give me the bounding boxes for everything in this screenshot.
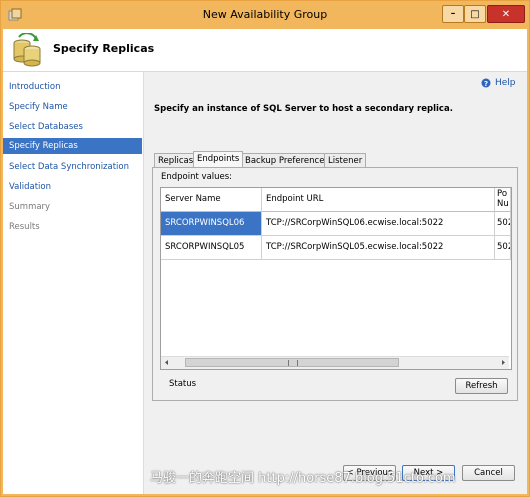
title-bar[interactable]: New Availability Group – □ ✕ [1, 1, 529, 29]
tab-listener[interactable]: Listener [324, 153, 367, 167]
port-number-cell[interactable]: 502 [495, 236, 511, 260]
client-area: Specify Replicas Introduction Specify Na… [3, 29, 527, 494]
page-title: Specify Replicas [53, 42, 155, 55]
scroll-right-icon[interactable] [499, 358, 508, 367]
help-icon: ? [481, 78, 491, 88]
maximize-button[interactable]: □ [464, 5, 486, 23]
endpoints-tab-panel: Endpoint values: Server Name Endpoint UR… [152, 167, 518, 401]
scrollbar-grip-icon [288, 360, 298, 366]
nav-item-results: Results [9, 222, 40, 232]
horizontal-scrollbar[interactable] [161, 356, 509, 369]
maximize-icon: □ [470, 8, 480, 20]
close-button[interactable]: ✕ [487, 5, 525, 23]
help-link[interactable]: ? Help [481, 78, 516, 88]
minimize-button[interactable]: – [442, 5, 464, 23]
port-number-cell[interactable]: 502 [495, 212, 511, 236]
server-name-cell[interactable]: SRCORPWINSQL05 [161, 236, 262, 260]
scrollbar-thumb[interactable] [185, 358, 399, 367]
server-name-cell[interactable]: SRCORPWINSQL06 [161, 212, 262, 236]
nav-item-select-data-synchronization[interactable]: Select Data Synchronization [3, 159, 142, 175]
refresh-button[interactable]: Refresh [455, 378, 508, 394]
scroll-left-icon[interactable] [162, 358, 171, 367]
instruction-text: Specify an instance of SQL Server to hos… [154, 104, 453, 114]
column-header-endpoint-url[interactable]: Endpoint URL [262, 188, 495, 212]
column-header-server-name[interactable]: Server Name [161, 188, 262, 212]
watermark-text: 马骏一的奔跑空间 http://horse87.blog.51cto.com [150, 471, 456, 486]
tab-endpoints[interactable]: Endpoints [193, 151, 244, 167]
replicas-db-icon [13, 33, 41, 67]
nav-item-specify-replicas[interactable]: Specify Replicas [3, 138, 142, 154]
endpoint-values-label: Endpoint values: [161, 172, 233, 182]
wizard-nav: Introduction Specify Name Select Databas… [3, 72, 144, 494]
tab-replicas[interactable]: Replicas [154, 153, 198, 167]
page-header: Specify Replicas [3, 29, 527, 72]
nav-item-introduction[interactable]: Introduction [3, 79, 142, 95]
grid-header: Server Name Endpoint URL Po Nu [161, 188, 511, 212]
status-label: Status [169, 379, 197, 389]
nav-item-select-databases[interactable]: Select Databases [3, 119, 142, 135]
column-header-port-number[interactable]: Po Nu [495, 188, 511, 212]
close-icon: ✕ [501, 8, 511, 20]
endpoint-url-cell[interactable]: TCP://SRCorpWinSQL05.ecwise.local:5022 [262, 236, 495, 260]
help-label: Help [495, 78, 516, 88]
main-panel: ? Help Specify an instance of SQL Server… [144, 72, 527, 494]
nav-item-validation[interactable]: Validation [3, 179, 142, 195]
cancel-button[interactable]: Cancel [462, 465, 515, 481]
table-row[interactable]: SRCORPWINSQL06 TCP://SRCorpWinSQL06.ecwi… [161, 212, 511, 236]
endpoint-url-cell[interactable]: TCP://SRCorpWinSQL06.ecwise.local:5022 [262, 212, 495, 236]
endpoints-grid[interactable]: Server Name Endpoint URL Po Nu SRCORPWIN… [160, 187, 512, 370]
table-row[interactable]: SRCORPWINSQL05 TCP://SRCorpWinSQL05.ecwi… [161, 236, 511, 260]
minimize-icon: – [450, 9, 456, 19]
svg-text:?: ? [484, 80, 488, 88]
nav-item-specify-name[interactable]: Specify Name [3, 99, 142, 115]
tab-backup-preferences[interactable]: Backup Preferences [241, 153, 333, 167]
nav-item-summary: Summary [9, 202, 51, 212]
wizard-window: New Availability Group – □ ✕ Specify Rep… [0, 0, 530, 497]
